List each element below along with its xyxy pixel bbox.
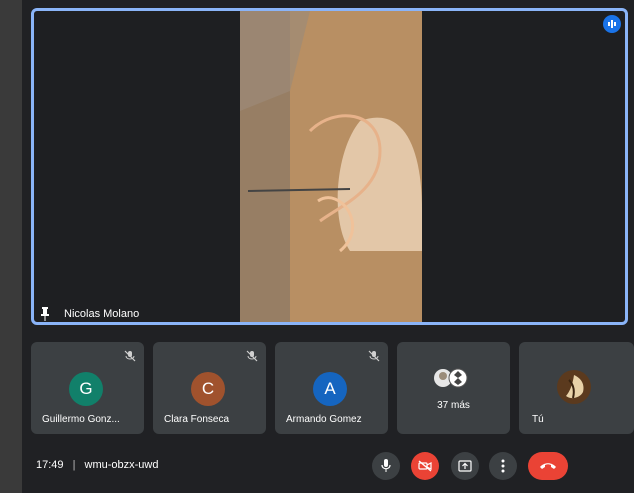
participant-tile[interactable]: C Clara Fonseca [153, 342, 266, 434]
end-call-icon [540, 463, 556, 469]
more-options-icon [501, 459, 505, 473]
mic-icon [381, 459, 391, 472]
audio-active-icon [603, 15, 621, 33]
main-participant-label: Nicolas Molano [40, 307, 139, 321]
left-strip [0, 0, 22, 493]
participant-tile[interactable]: G Guillermo Gonz... [31, 342, 144, 434]
bottom-control-bar: 17:49 | wmu-obzx-uwd [22, 446, 634, 486]
clock: 17:49 [36, 459, 64, 471]
camera-button[interactable] [411, 452, 439, 480]
participant-name: Armando Gomez [286, 414, 362, 425]
main-video-stream [240, 11, 422, 322]
self-avatar [557, 370, 591, 404]
avatar: G [69, 372, 103, 406]
main-video-tile[interactable]: Nicolas Molano [31, 8, 628, 325]
main-participant-name: Nicolas Molano [64, 308, 140, 320]
meeting-info: 17:49 | wmu-obzx-uwd [36, 459, 158, 471]
present-icon [458, 460, 472, 472]
participant-name: Guillermo Gonz... [42, 414, 120, 425]
mic-off-icon [124, 350, 136, 362]
camera-off-icon [418, 460, 432, 472]
more-options-button[interactable] [489, 452, 517, 480]
end-call-button[interactable] [528, 452, 568, 480]
present-button[interactable] [451, 452, 479, 480]
separator: | [72, 459, 76, 471]
avatar: C [191, 372, 225, 406]
video-frame-illustration [240, 11, 422, 322]
participant-tile[interactable]: A Armando Gomez [275, 342, 388, 434]
pin-icon[interactable] [40, 307, 50, 321]
mic-button[interactable] [372, 452, 400, 480]
self-tile[interactable]: Tú [519, 342, 634, 434]
more-participants-label: 37 más [437, 400, 470, 411]
meet-window: Nicolas Molano G Guillermo Gonz... C Cla… [22, 0, 634, 493]
avatar: A [313, 372, 347, 406]
self-label: Tú [532, 414, 544, 425]
mic-off-icon [368, 350, 380, 362]
participant-avatars-icon [434, 368, 468, 388]
meeting-code[interactable]: wmu-obzx-uwd [85, 459, 159, 471]
more-participants-tile[interactable]: 37 más [397, 342, 510, 434]
mic-off-icon [246, 350, 258, 362]
participant-name: Clara Fonseca [164, 414, 230, 425]
